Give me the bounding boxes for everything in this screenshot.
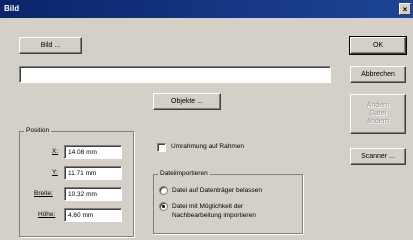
height-field[interactable]: 4.60 mm (64, 208, 122, 222)
cancel-button[interactable]: Abbrechen (350, 66, 406, 83)
scanner-button[interactable]: Scanner ... (350, 148, 406, 165)
y-field[interactable]: 11.71 mm (64, 166, 122, 180)
height-label: Höhe: (38, 211, 56, 218)
edit-file-label-line3: ändern (367, 118, 389, 126)
edit-file-button[interactable]: Ändern Datei ändern (350, 94, 406, 134)
import-legend: Dateiimportieren (158, 170, 210, 177)
close-icon[interactable]: × (399, 3, 411, 15)
import-option-import-radio[interactable] (159, 202, 168, 211)
width-field[interactable]: 10.32 mm (64, 187, 122, 201)
position-legend: Position (24, 127, 52, 134)
objects-button[interactable]: Objekte ... (153, 93, 221, 110)
import-option-import-label-line1: Datei mit Möglichkeit der (172, 203, 244, 210)
edit-file-label-line1: Ändern (366, 101, 390, 109)
x-field[interactable]: 14.08 mm (64, 145, 122, 159)
import-option-keep-radio[interactable] (159, 186, 168, 195)
y-label: Y: (52, 169, 58, 176)
path-field[interactable] (19, 66, 331, 83)
import-option-keep-label: Datei auf Datenträger belassen (172, 187, 262, 194)
frame-checkbox-label: Umrahmung auf Rahmen (171, 143, 244, 150)
import-option-import-label-line2: Nachbearbeitung importieren (172, 212, 256, 219)
file-button[interactable]: Bild ... (19, 37, 82, 54)
window-title: Bild (4, 4, 20, 13)
x-label: X: (52, 148, 59, 155)
ok-button[interactable]: OK (349, 36, 407, 55)
title-bar: Bild × (0, 0, 413, 18)
frame-checkbox[interactable] (157, 143, 166, 152)
width-label: Breite: (34, 190, 53, 197)
edit-file-label-line2: Datei (369, 109, 387, 117)
